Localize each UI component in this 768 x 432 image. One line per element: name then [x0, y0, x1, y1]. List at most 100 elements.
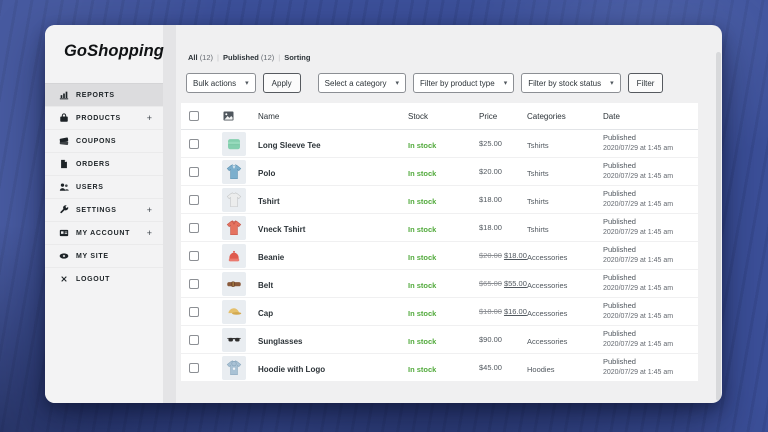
table-row-hoodie-with-logo: Hoodie with Logo In stock $45.00 Hoodies… [181, 354, 698, 382]
product-thumbnail-tshirt-icon[interactable] [222, 187, 246, 212]
sidebar-item-settings[interactable]: SETTINGS + [45, 198, 163, 221]
sidebar-item-logout[interactable]: LOGOUT [45, 267, 163, 290]
product-name-link[interactable]: Sunglasses [258, 337, 302, 346]
row-checkbox[interactable] [189, 334, 199, 345]
row-checkbox[interactable] [189, 222, 199, 233]
sidebar-item-label: MY ACCOUNT [76, 229, 131, 237]
row-checkbox[interactable] [189, 194, 199, 205]
regular-price: $65.00 [479, 279, 502, 288]
category-select[interactable]: Select a category ▾ [317, 73, 406, 93]
product-thumbnail-beanie-icon[interactable] [222, 243, 246, 268]
product-thumbnail-hoodie-icon[interactable] [222, 355, 246, 380]
view-link-sorting[interactable]: Sorting [284, 53, 310, 62]
product-price: $18.00 $16.00 [479, 307, 527, 316]
product-date: Published 2020/07/29 at 1:45 am [603, 217, 698, 237]
product-thumbnail-sunglasses-icon[interactable] [222, 327, 246, 352]
stock-status: In stock [408, 252, 437, 262]
product-date: Published 2020/07/29 at 1:45 am [603, 161, 698, 181]
category-select-label: Select a category [324, 78, 387, 88]
filter-button[interactable]: Filter [627, 73, 664, 93]
sidebar-item-label: PRODUCTS [76, 114, 121, 122]
sidebar-item-orders[interactable]: ORDERS [45, 152, 163, 175]
apply-button[interactable]: Apply [262, 73, 301, 93]
sidebar-item-reports[interactable]: REPORTS [45, 83, 163, 106]
row-checkbox[interactable] [189, 306, 199, 317]
regular-price: $20.00 [479, 251, 502, 260]
product-name-link[interactable]: Long Sleeve Tee [258, 141, 321, 150]
view-link-published[interactable]: Published (12) [223, 53, 274, 62]
publish-datetime: 2020/07/29 at 1:45 am [603, 256, 674, 264]
sidebar-item-label: USERS [76, 183, 104, 191]
row-checkbox[interactable] [189, 250, 199, 261]
sidebar-item-my-account[interactable]: MY ACCOUNT + [45, 221, 163, 244]
wrench-icon [59, 205, 69, 215]
filter-toolbar: Bulk actions ▾ Apply Select a category ▾… [186, 73, 722, 93]
product-categories-link[interactable]: Hoodies [527, 365, 555, 374]
sidebar-item-users[interactable]: USERS [45, 175, 163, 198]
sidebar-item-label: REPORTS [76, 91, 115, 99]
product-thumbnail-longsleeve-icon[interactable] [222, 131, 246, 156]
product-name-link[interactable]: Beanie [258, 253, 284, 262]
product-categories-link[interactable]: Tshirts [527, 225, 549, 234]
column-header-date[interactable]: Date [603, 112, 698, 121]
row-checkbox[interactable] [189, 362, 199, 373]
product-name-link[interactable]: Polo [258, 169, 275, 178]
product-name-link[interactable]: Tshirt [258, 197, 280, 206]
product-name-link[interactable]: Belt [258, 281, 273, 290]
publish-datetime: 2020/07/29 at 1:45 am [603, 200, 674, 208]
sidebar-item-label: LOGOUT [76, 275, 111, 283]
stock-status-select[interactable]: Filter by stock status ▾ [521, 73, 621, 93]
chevron-down-icon: ▾ [610, 80, 614, 87]
sidebar-item-label: COUPONS [76, 137, 117, 145]
publish-status: Published [603, 133, 636, 143]
stock-status: In stock [408, 196, 437, 206]
regular-price: $18.00 [479, 307, 502, 316]
product-name-link[interactable]: Cap [258, 309, 273, 318]
product-thumbnail-cap-icon[interactable] [222, 299, 246, 324]
product-date: Published 2020/07/29 at 1:45 am [603, 273, 698, 293]
product-thumbnail-vneck-icon[interactable] [222, 215, 246, 240]
publish-status: Published [603, 217, 636, 227]
column-header-price[interactable]: Price [479, 112, 527, 121]
bulk-actions-select[interactable]: Bulk actions ▾ [186, 73, 256, 93]
product-categories-link[interactable]: Accessories [527, 253, 567, 262]
window-scrollbar[interactable] [716, 52, 721, 401]
chevron-down-icon: ▾ [245, 80, 249, 87]
product-categories-link[interactable]: Accessories [527, 281, 567, 290]
product-categories-link[interactable]: Accessories [527, 337, 567, 346]
column-header-categories: Categories [527, 111, 566, 121]
sidebar-item-my-site[interactable]: MY SITE [45, 244, 163, 267]
expand-plus-icon: + [146, 228, 152, 238]
row-checkbox[interactable] [189, 278, 199, 289]
product-categories-link[interactable]: Accessories [527, 309, 567, 318]
publish-status: Published [603, 357, 636, 367]
sidebar-item-products[interactable]: PRODUCTS + [45, 106, 163, 129]
products-table: Name Stock Price Categories Date Long Sl… [181, 103, 698, 382]
column-header-name[interactable]: Name [258, 112, 408, 121]
users-icon [59, 182, 69, 192]
product-date: Published 2020/07/29 at 1:45 am [603, 189, 698, 209]
product-categories-link[interactable]: Tshirts [527, 197, 549, 206]
product-categories-link[interactable]: Tshirts [527, 169, 549, 178]
publish-datetime: 2020/07/29 at 1:45 am [603, 340, 674, 348]
publish-status: Published [603, 161, 636, 171]
regular-price: $45.00 [479, 363, 502, 372]
product-thumbnail-belt-icon[interactable] [222, 271, 246, 296]
sidebar-menu: REPORTS PRODUCTS + COUPONS ORDERS USERS SETTIN… [45, 83, 163, 290]
desktop-background: GoShopping REPORTS PRODUCTS + COUPONS ORDERS… [0, 0, 768, 432]
sidebar-item-coupons[interactable]: COUPONS [45, 129, 163, 152]
product-thumbnail-polo-icon[interactable] [222, 159, 246, 184]
product-name-link[interactable]: Hoodie with Logo [258, 365, 325, 374]
regular-price: $18.00 [479, 195, 502, 204]
row-checkbox[interactable] [189, 166, 199, 177]
product-categories-link[interactable]: Tshirts [527, 141, 549, 150]
chevron-down-icon: ▾ [503, 80, 508, 87]
product-type-select[interactable]: Filter by product type ▾ [413, 73, 515, 93]
row-checkbox[interactable] [189, 138, 199, 149]
sidebar-item-label: SETTINGS [76, 206, 117, 214]
logout-x-icon [59, 274, 69, 284]
product-name-link[interactable]: Vneck Tshirt [258, 225, 305, 234]
column-header-stock[interactable]: Stock [408, 112, 479, 121]
view-link-all[interactable]: All (12) [188, 53, 213, 62]
select-all-checkbox[interactable] [189, 111, 199, 121]
